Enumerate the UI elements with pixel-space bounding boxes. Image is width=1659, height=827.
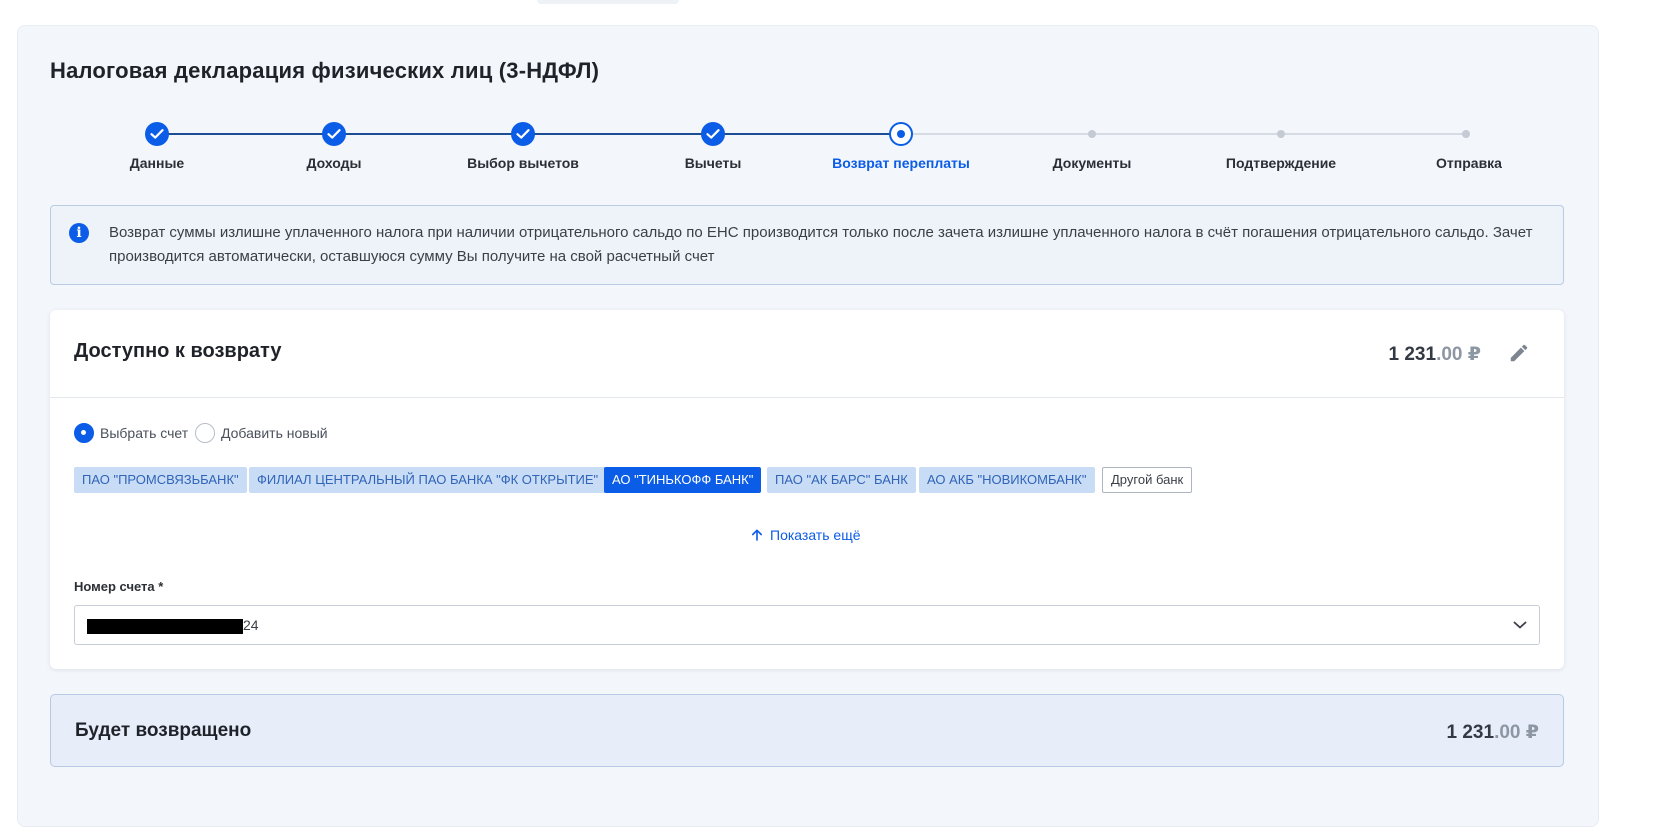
info-notice: i Возврат суммы излишне уплаченного нало… [50, 205, 1564, 285]
step-label-income[interactable]: Доходы [307, 155, 362, 171]
bank-chip[interactable]: ФИЛИАЛ ЦЕНТРАЛЬНЫЙ ПАО БАНКА "ФК ОТКРЫТИ… [249, 467, 607, 493]
refund-card: Доступно к возврату 1 231.00 ₽ Выбрать с… [50, 310, 1564, 669]
step-label-deductions[interactable]: Вычеты [685, 155, 742, 171]
arrow-up-icon [752, 529, 762, 541]
radio-select-account-label: Выбрать счет [100, 425, 189, 441]
step-label-documents: Документы [1052, 155, 1132, 171]
refund-card-header: Доступно к возврату 1 231.00 ₽ [50, 310, 1564, 398]
step-check-icon[interactable] [145, 122, 169, 146]
step-label-submit: Отправка [1436, 155, 1502, 171]
radio-select-account[interactable]: Выбрать счет [74, 423, 188, 443]
step-check-icon[interactable] [511, 122, 535, 146]
account-number-select[interactable]: 24 [74, 605, 1540, 645]
step-pending-dot [1462, 130, 1470, 138]
stepper: Данные Доходы Выбор вычетов Вычеты Возвр… [0, 0, 1659, 180]
result-amount-int: 1 231 [1446, 722, 1495, 743]
info-text: Возврат суммы излишне уплаченного налога… [109, 224, 1533, 265]
bank-chip-selected[interactable]: АО "ТИНЬКОФФ БАНК" [604, 467, 762, 493]
redaction-bar [87, 619, 243, 634]
radio-checked-icon [74, 423, 94, 443]
bank-chip[interactable]: АО АКБ "НОВИКОМБАНК" [919, 467, 1095, 493]
account-number-value: 24 [243, 617, 259, 633]
bank-chip[interactable]: ПАО "ПРОМСВЯЗЬБАНК" [74, 467, 247, 493]
bank-chip[interactable]: ПАО "АК БАРС" БАНК [767, 467, 916, 493]
step-label-deduction-choice[interactable]: Выбор вычетов [467, 155, 579, 171]
refund-title: Доступно к возврату [74, 340, 282, 362]
step-pending-dot [1088, 130, 1096, 138]
step-check-icon[interactable] [322, 122, 346, 146]
info-icon: i [69, 223, 89, 243]
stepper-track-todo [901, 133, 1466, 135]
refund-amount-int: 1 231 [1388, 344, 1437, 365]
radio-add-new-label: Добавить новый [221, 425, 328, 441]
result-amount: 1 231.00 ₽ [1447, 721, 1539, 744]
pencil-icon[interactable] [1508, 342, 1530, 364]
result-amount-dec: .00 [1494, 722, 1521, 743]
currency-sign: ₽ [1525, 722, 1539, 743]
step-current-icon[interactable] [889, 122, 913, 146]
refund-amount-dec: .00 [1436, 344, 1463, 365]
step-label-data[interactable]: Данные [130, 155, 184, 171]
refund-amount: 1 231.00 ₽ [1389, 343, 1481, 366]
result-title: Будет возвращено [75, 720, 252, 741]
step-pending-dot [1277, 130, 1285, 138]
radio-add-new[interactable]: Добавить новый [195, 423, 328, 443]
step-check-icon[interactable] [701, 122, 725, 146]
step-label-refund[interactable]: Возврат переплаты [832, 155, 970, 171]
account-number-label: Номер счета * [74, 579, 164, 594]
other-bank-chip[interactable]: Другой банк [1102, 467, 1193, 493]
chevron-down-icon [1513, 621, 1527, 629]
step-label-confirmation: Подтверждение [1225, 155, 1337, 171]
currency-sign: ₽ [1467, 344, 1481, 365]
radio-unchecked-icon [195, 423, 215, 443]
show-more-link[interactable]: Показать ещё [751, 527, 861, 543]
refund-result-card: Будет возвращено 1 231.00 ₽ [50, 694, 1564, 767]
show-more-label: Показать ещё [770, 527, 861, 543]
